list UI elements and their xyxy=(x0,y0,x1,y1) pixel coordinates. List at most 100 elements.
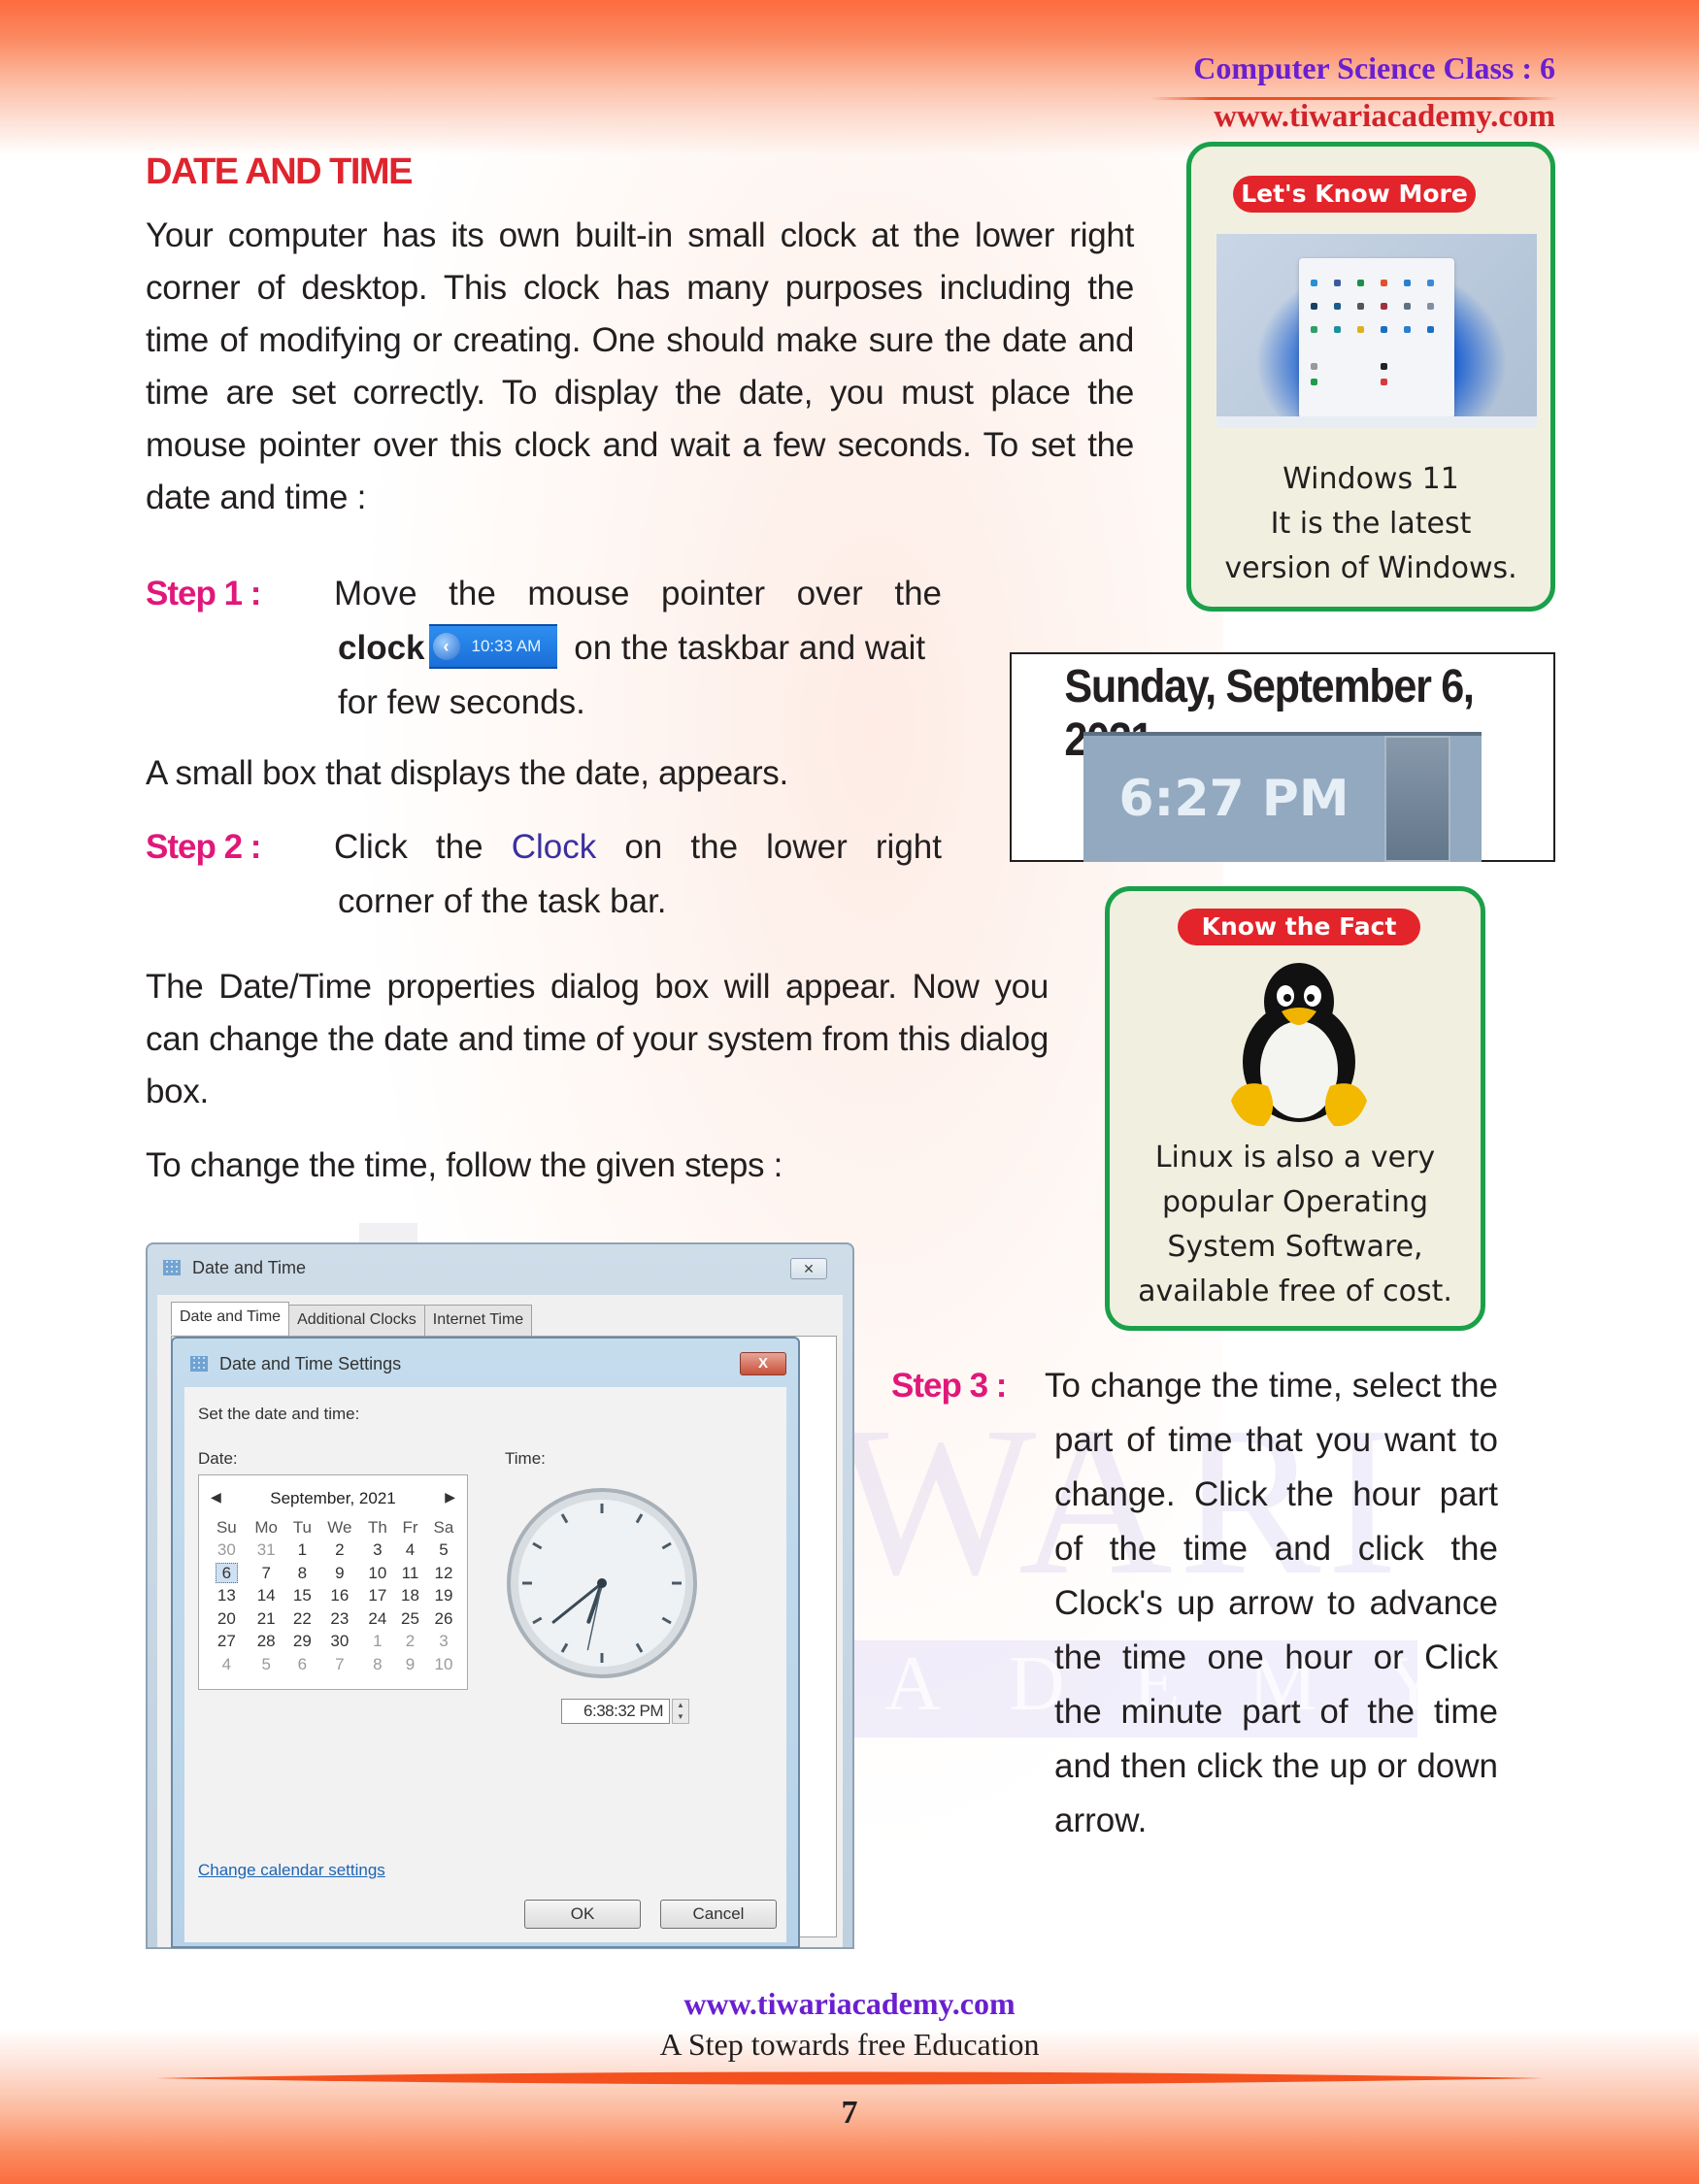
calendar-day[interactable]: 31 xyxy=(247,1539,286,1563)
step-3-text: To change the time, select the part of t… xyxy=(1045,1367,1498,1839)
calendar-week: 4 5 6 7 8 9 10 xyxy=(207,1653,461,1676)
calendar-day[interactable]: 22 xyxy=(286,1607,318,1631)
calendar-day[interactable]: 11 xyxy=(394,1562,426,1585)
calendar-day[interactable]: 26 xyxy=(426,1607,461,1631)
clock-link: Clock xyxy=(511,828,597,866)
calendar-day[interactable]: 8 xyxy=(361,1653,394,1676)
lets-know-more-box: Let's Know More Windows 11 It is the lat… xyxy=(1186,142,1555,612)
step-1-label: Step 1 : xyxy=(146,575,261,612)
footer-website-link[interactable]: www.tiwariacademy.com xyxy=(0,1986,1699,2022)
calendar-day[interactable]: 29 xyxy=(286,1631,318,1654)
calendar-day[interactable]: 14 xyxy=(247,1585,286,1608)
clock-center xyxy=(597,1578,607,1588)
time-input[interactable]: 6:38:32 PM xyxy=(561,1699,670,1724)
calendar-day[interactable]: 4 xyxy=(394,1539,426,1563)
calendar-day[interactable]: 2 xyxy=(394,1631,426,1654)
calendar-day[interactable]: 18 xyxy=(394,1585,426,1608)
calendar-day[interactable]: 13 xyxy=(207,1585,247,1608)
cancel-button[interactable]: Cancel xyxy=(660,1900,777,1929)
weekday-header: Tu xyxy=(292,1517,312,1537)
calendar-day[interactable]: 25 xyxy=(394,1607,426,1631)
calendar-clock-icon xyxy=(190,1356,208,1372)
windows-taskbar xyxy=(1216,416,1537,428)
calendar-day[interactable]: 1 xyxy=(361,1631,394,1654)
calendar-week: 20 21 22 23 24 25 26 xyxy=(207,1607,461,1631)
weekday-header: Th xyxy=(367,1517,387,1537)
calendar-week: 6 7 8 9 10 11 12 xyxy=(207,1562,461,1585)
calendar-day[interactable]: 17 xyxy=(361,1585,394,1608)
calendar-day[interactable]: 6 xyxy=(207,1562,247,1585)
taskbar-clock-time: 10:33 AM xyxy=(471,636,542,655)
calendar-day[interactable]: 21 xyxy=(247,1607,286,1631)
step-2-before: Click the xyxy=(334,828,483,866)
time-spinner[interactable]: ▲ ▼ xyxy=(672,1699,689,1724)
calendar-day[interactable]: 27 xyxy=(207,1631,247,1654)
step-2-after-b: corner of the task bar. xyxy=(338,882,667,920)
calendar-day[interactable]: 5 xyxy=(247,1653,286,1676)
calendar-day[interactable]: 10 xyxy=(361,1562,394,1585)
calendar-day[interactable]: 2 xyxy=(318,1539,361,1563)
header-website-link[interactable]: www.tiwariacademy.com xyxy=(1214,99,1555,135)
calendar-day[interactable]: 7 xyxy=(247,1562,286,1585)
calendar: ◀ September, 2021 ▶ Su Mo Tu We Th Fr Sa 30 31 1… xyxy=(198,1474,468,1690)
weekday-header: Sa xyxy=(433,1517,454,1537)
tab-date-and-time[interactable]: Date and Time xyxy=(171,1302,290,1335)
lets-know-more-badge: Let's Know More xyxy=(1233,176,1476,213)
calendar-day[interactable]: 9 xyxy=(394,1653,426,1676)
windows-11-image xyxy=(1216,234,1537,428)
step-1-line1: Move the mouse pointer over the xyxy=(334,575,942,612)
step-2-line1: Click the Clock on the lower right xyxy=(334,820,942,875)
calendar-day[interactable]: 3 xyxy=(361,1539,394,1563)
calendar-day[interactable]: 20 xyxy=(207,1607,247,1631)
calendar-day[interactable]: 9 xyxy=(318,1562,361,1585)
tooltip-time: 6:27 PM xyxy=(1118,770,1349,828)
show-desktop-button xyxy=(1384,736,1450,862)
step-1: Step 1 : Move the mouse pointer over the… xyxy=(146,567,942,732)
calendar-day[interactable]: 30 xyxy=(318,1631,361,1654)
calendar-day[interactable]: 3 xyxy=(426,1631,461,1654)
settings-dialog-title: Date and Time Settings xyxy=(219,1354,402,1373)
calendar-day[interactable]: 1 xyxy=(286,1539,318,1563)
calendar-day[interactable]: 24 xyxy=(361,1607,394,1631)
close-button[interactable]: ✕ xyxy=(790,1258,827,1279)
next-month-button[interactable]: ▶ xyxy=(445,1489,455,1506)
taskbar-clock-area: 6:27 PM xyxy=(1083,732,1482,862)
calendar-day[interactable]: 8 xyxy=(286,1562,318,1585)
dialog-title: Date and Time xyxy=(192,1258,307,1277)
section-title: DATE AND TIME xyxy=(146,151,413,192)
calendar-day[interactable]: 19 xyxy=(426,1585,461,1608)
calendar-month: September, 2021 xyxy=(270,1489,396,1507)
calendar-day[interactable]: 5 xyxy=(426,1539,461,1563)
weekday-header: Fr xyxy=(402,1517,418,1537)
change-calendar-settings-link[interactable]: Change calendar settings xyxy=(198,1861,385,1880)
calendar-grid: Su Mo Tu We Th Fr Sa 30 31 1 2 3 4 5 6 7 8 9 10 11 12 13 14 15… xyxy=(207,1516,461,1676)
date-time-settings-dialog: Date and Time Settings X Set the date an… xyxy=(171,1337,800,1948)
step-2-label: Step 2 : xyxy=(146,828,261,866)
calendar-day[interactable]: 12 xyxy=(426,1562,461,1585)
step-1-after: on the taskbar and wait xyxy=(564,629,926,667)
calendar-day[interactable]: 6 xyxy=(286,1653,318,1676)
calendar-clock-icon xyxy=(163,1260,181,1275)
weekday-header: We xyxy=(327,1517,352,1537)
close-button[interactable]: X xyxy=(740,1352,786,1375)
calendar-day[interactable]: 15 xyxy=(286,1585,318,1608)
calendar-day[interactable]: 30 xyxy=(207,1539,247,1563)
calendar-day[interactable]: 16 xyxy=(318,1585,361,1608)
caption-line: Windows 11 xyxy=(1283,462,1459,496)
date-label: Date: xyxy=(198,1449,238,1468)
calendar-day[interactable]: 4 xyxy=(207,1653,247,1676)
tux-penguin-icon xyxy=(1231,963,1367,1127)
calendar-day[interactable]: 10 xyxy=(426,1653,461,1676)
calendar-day[interactable]: 28 xyxy=(247,1631,286,1654)
tab-additional-clocks[interactable]: Additional Clocks xyxy=(288,1305,425,1338)
weekday-header: Mo xyxy=(254,1517,278,1537)
step-3: Step 3 : To change the time, select the … xyxy=(891,1359,1498,1854)
lets-know-more-caption: Windows 11 It is the latest version of W… xyxy=(1191,457,1550,591)
calendar-day[interactable]: 23 xyxy=(318,1607,361,1631)
tab-internet-time[interactable]: Internet Time xyxy=(423,1305,533,1338)
calendar-day[interactable]: 7 xyxy=(318,1653,361,1676)
step-2-after-a: on the lower right xyxy=(624,828,942,866)
taskbar-clock[interactable]: ‹ 10:33 AM xyxy=(428,623,557,669)
ok-button[interactable]: OK xyxy=(524,1900,641,1929)
calendar-week: 13 14 15 16 17 18 19 xyxy=(207,1585,461,1608)
